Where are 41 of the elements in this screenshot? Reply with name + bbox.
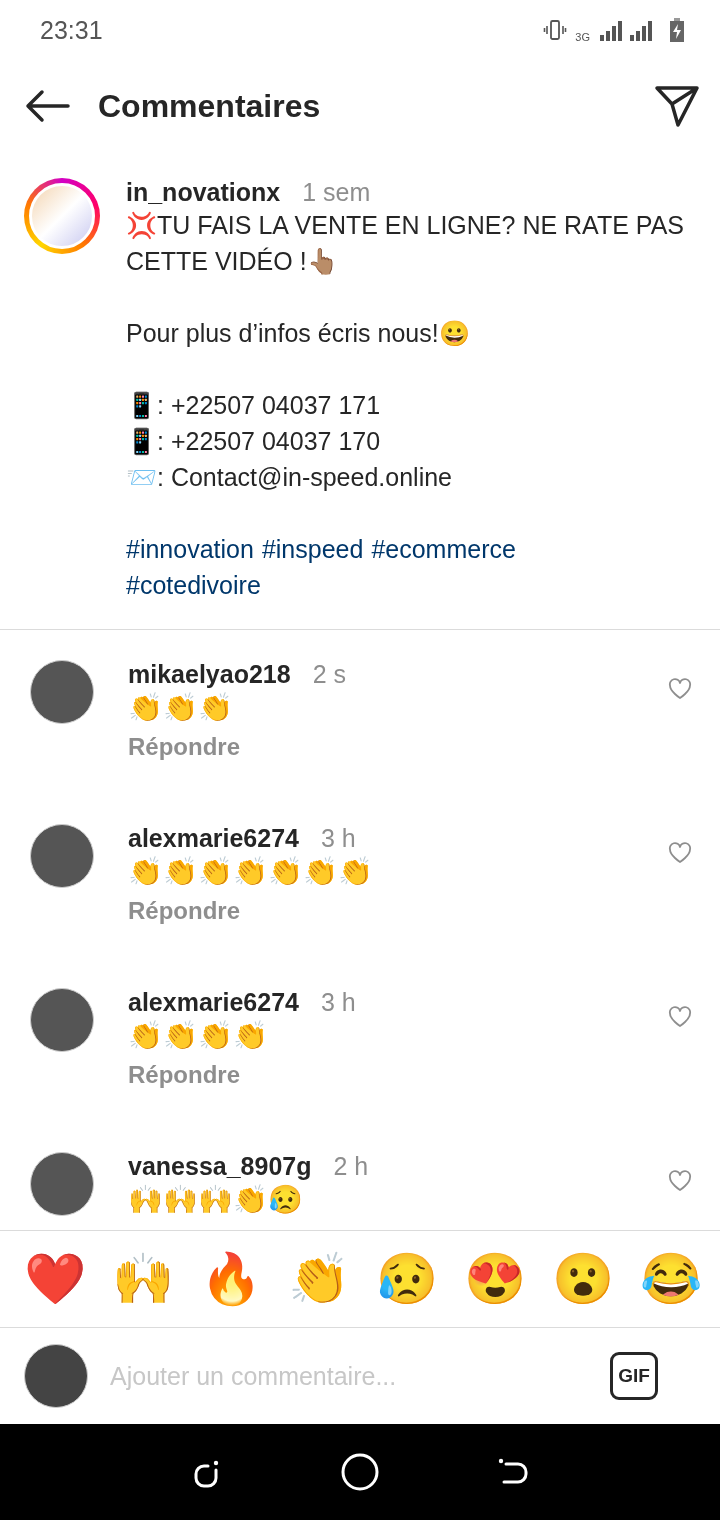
username[interactable]: alexmarie6274 [128,988,299,1017]
like-button[interactable] [668,1170,692,1192]
caption-text: 📱: +22507 04037 170 [126,426,382,457]
comment-time: 2 h [333,1152,369,1181]
page-title: Commentaires [98,87,322,125]
comment-time: 3 h [321,988,356,1017]
hashtag-link[interactable]: #inspeed [261,531,364,567]
comment-time: 3 h [321,824,356,853]
vibrate-icon [543,19,568,41]
reply-button[interactable]: Répondre [128,1061,240,1089]
comment-text: 👏👏👏👏👏👏👏 [128,855,373,889]
like-button[interactable] [668,1006,692,1028]
username[interactable]: mikaelyao218 [128,660,291,689]
comment-text: 🙌🙌🙌👏😥 [128,1183,303,1217]
hashtag-link[interactable]: #cotedivoire [126,567,261,603]
caption-text: 📨: Contact@in-speed.online [126,462,453,493]
send-button[interactable] [654,84,700,128]
gif-button[interactable]: GIF [610,1352,658,1400]
battery-charging-icon [670,18,684,42]
reply-button[interactable]: Répondre [128,897,240,925]
network-type: 3G [575,31,590,43]
like-button[interactable] [668,842,692,864]
caption-text: 💢TU FAIS LA VENTE EN LIGNE? NE RATE PAS CETTE VIDÉO !👆🏽 [126,210,685,277]
like-button[interactable] [668,678,692,700]
comment-text: 👏👏👏👏 [128,1019,268,1053]
comment-text: 👏👏👏 [128,691,233,725]
status-time: 23:31 [40,15,103,45]
hashtag-link[interactable]: #innovation [126,531,254,567]
caption-text: Pour plus d’infos écris nous!😀 [126,318,471,349]
back-button[interactable] [24,89,70,123]
hashtag-link[interactable]: #ecommerce [371,531,516,567]
username[interactable]: alexmarie6274 [128,824,299,853]
caption-text: 📱: +22507 04037 171 [126,390,382,421]
reaction-emoji[interactable]: ❤ [24,1249,86,1309]
post-time: 1 sem [302,178,371,207]
reply-button[interactable]: Répondre [128,733,240,761]
reaction-emoji[interactable]: 🔥 [200,1249,262,1309]
home-icon[interactable] [340,1452,380,1492]
comment-time: 2 s [312,660,346,689]
username[interactable]: in_novationx [126,178,281,207]
username[interactable]: vanessa_8907g [128,1152,312,1181]
